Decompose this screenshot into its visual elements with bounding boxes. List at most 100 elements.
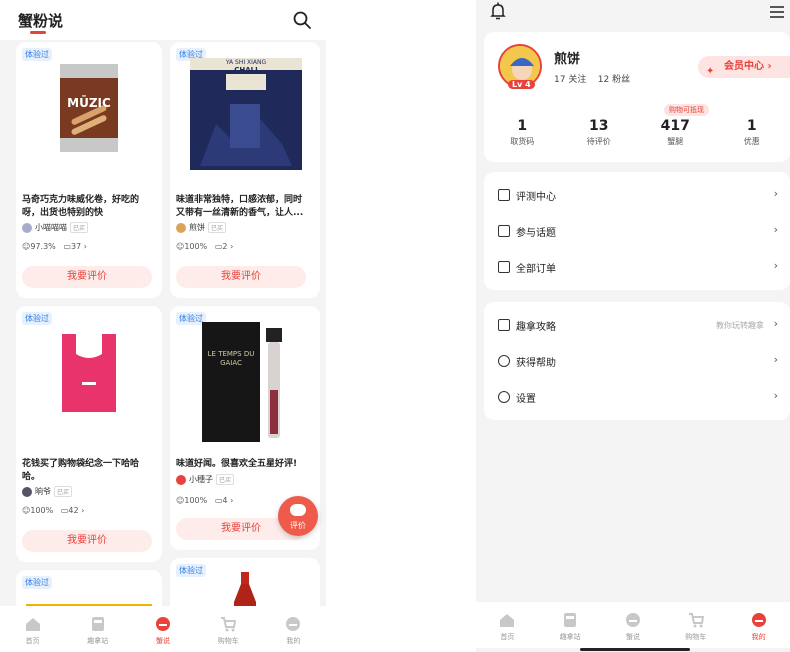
- review-card[interactable]: 体验过 MŪZIC 马奇巧克力味威化卷，好吃的呀，出货也特别的快 小喵喵喵 已买…: [16, 42, 162, 298]
- tab-label: 购物车: [685, 633, 707, 641]
- username: 煎饼: [189, 223, 205, 232]
- tab-crab-talk[interactable]: 蟹说: [602, 602, 665, 648]
- comment-count: 42: [68, 506, 79, 515]
- stat-label: 优惠: [743, 137, 760, 146]
- menu-item-all-orders[interactable]: 全部订单 ›: [484, 250, 790, 286]
- chevron-right-icon: ›: [773, 317, 778, 330]
- menu-item-topics[interactable]: 参与话题 ›: [484, 214, 790, 250]
- level-badge: Lv 4: [508, 80, 535, 89]
- crab-logo-icon: ✦: [706, 66, 715, 77]
- menu-item-review-center[interactable]: 评测中心 ›: [484, 178, 790, 214]
- stat-label: 蟹腿: [667, 137, 684, 146]
- rating-value: 100%: [30, 506, 54, 515]
- top-bar: [476, 0, 790, 30]
- menu-label: 参与话题: [516, 228, 556, 239]
- card-stats: ☺97.3% ▭37 ›: [22, 242, 87, 251]
- guide-book-icon: [498, 319, 510, 331]
- menu-icon[interactable]: [770, 6, 784, 18]
- member-center-label: 会员中心: [724, 61, 764, 72]
- chevron-right-icon: ›: [773, 389, 778, 402]
- stat-coupons[interactable]: 1 优惠: [714, 118, 790, 158]
- list-icon: [498, 261, 510, 273]
- tab-label: 首页: [25, 637, 40, 645]
- product-brand: LE TEMPS DU GAIAC: [207, 350, 255, 367]
- hashtag-icon: [498, 225, 510, 237]
- vending-machine-icon: [91, 617, 104, 631]
- avatar: [22, 486, 32, 497]
- product-image-shopping-bag: [62, 334, 116, 412]
- menu-group-2: 趣拿攻略 教你玩转趣拿 › 获得帮助 › 设置 ›: [484, 302, 790, 420]
- tab-cart[interactable]: 购物车: [664, 602, 727, 648]
- follow-count[interactable]: 17 关注: [554, 75, 586, 85]
- experienced-tag: 体验过: [22, 576, 52, 589]
- purchase-chip: 已买: [70, 222, 89, 233]
- stat-to-review[interactable]: 13 待评价: [561, 118, 638, 158]
- left-screen: 蟹粉说 体验过 MŪZIC 马奇巧克力味威化卷，好吃的呀，出货也特别的快 小喵喵…: [0, 0, 326, 652]
- review-card[interactable]: 体验过 YA SHI XIANG CHALI 味道非常独特，口感浓郁，同时又带有…: [170, 42, 320, 298]
- purchase-chip: 已买: [54, 486, 73, 497]
- menu-item-settings[interactable]: 设置 ›: [484, 380, 790, 416]
- cart-icon: [688, 613, 704, 628]
- card-user[interactable]: 煎饼 已买: [176, 222, 227, 233]
- tab-home[interactable]: 首页: [0, 606, 65, 652]
- card-stats: ☺100% ▭42 ›: [22, 506, 84, 515]
- review-button[interactable]: 我要评价: [22, 266, 152, 288]
- chevron-right-icon: ›: [773, 187, 778, 200]
- write-review-fab[interactable]: 评价: [278, 496, 318, 536]
- card-title: 花钱买了购物袋纪念一下哈哈哈。: [22, 459, 140, 482]
- tab-label: 趣拿站: [87, 637, 109, 645]
- chevron-right-icon: ›: [767, 61, 772, 72]
- bottom-tab-bar: 首页 趣拿站 蟹说 购物车 我的: [0, 606, 326, 652]
- username: 晌爷: [35, 487, 51, 496]
- product-image-perfume: [202, 322, 282, 442]
- tab-cart[interactable]: 购物车: [196, 606, 261, 652]
- profile-icon: [286, 617, 301, 631]
- member-center-button[interactable]: ✦ 会员中心 ›: [698, 56, 790, 78]
- tab-mine[interactable]: 我的: [727, 602, 790, 648]
- fab-label: 评价: [290, 521, 306, 530]
- product-brand: MŪZIC: [67, 96, 111, 110]
- menu-item-guide[interactable]: 趣拿攻略 教你玩转趣拿 ›: [484, 308, 790, 344]
- menu-item-help[interactable]: 获得帮助 ›: [484, 344, 790, 380]
- help-icon: [498, 355, 510, 367]
- card-user[interactable]: 晌爷 已买: [22, 486, 73, 497]
- tab-mine[interactable]: 我的: [261, 606, 326, 652]
- review-button[interactable]: 我要评价: [176, 266, 306, 288]
- chevron-right-icon: ›: [773, 259, 778, 272]
- chevron-right-icon: ›: [230, 496, 234, 505]
- username: 小喵喵喵: [35, 223, 67, 232]
- menu-group-1: 评测中心 › 参与话题 › 全部订单 ›: [484, 172, 790, 290]
- cart-icon: [221, 617, 237, 632]
- tab-label: 我的: [286, 637, 301, 645]
- review-card[interactable]: 体验过 花钱买了购物袋纪念一下哈哈哈。 晌爷 已买 ☺100% ▭42 › 我要…: [16, 306, 162, 562]
- home-icon: [25, 618, 40, 631]
- chevron-right-icon: ›: [773, 223, 778, 236]
- menu-label: 评测中心: [516, 192, 556, 203]
- tab-crab-talk[interactable]: 蟹说: [130, 606, 195, 652]
- fans-count[interactable]: 12 粉丝: [598, 75, 630, 85]
- tab-home[interactable]: 首页: [476, 602, 539, 648]
- search-icon[interactable]: [292, 10, 312, 30]
- tab-label: 我的: [751, 633, 766, 641]
- stat-value: 1: [746, 118, 757, 134]
- document-icon: [498, 189, 510, 201]
- menu-hint: 教你玩转趣拿: [716, 321, 764, 330]
- menu-label: 设置: [516, 394, 536, 405]
- avatar: [22, 222, 32, 233]
- stat-pickup-code[interactable]: 1 取货码: [484, 118, 561, 158]
- username: 小穗子: [189, 475, 213, 484]
- stat-value: 1: [517, 118, 528, 134]
- tab-station[interactable]: 趣拿站: [65, 606, 130, 652]
- cashback-badge: 购物可抵现: [664, 104, 709, 116]
- tab-station[interactable]: 趣拿站: [539, 602, 602, 648]
- card-user[interactable]: 小喵喵喵 已买: [22, 222, 89, 233]
- comment-count: 37: [70, 242, 82, 251]
- purchase-chip: 已买: [208, 222, 227, 233]
- settings-icon: [498, 391, 510, 403]
- stat-crab-legs[interactable]: 417 蟹腿: [637, 118, 714, 158]
- card-user[interactable]: 小穗子 已买: [176, 474, 235, 485]
- bell-icon[interactable]: [490, 2, 506, 20]
- stats-row: 1 取货码 13 待评价 417 蟹腿 1 优惠: [484, 118, 790, 158]
- review-button[interactable]: 我要评价: [22, 530, 152, 552]
- rating-value: 97.3%: [30, 242, 56, 251]
